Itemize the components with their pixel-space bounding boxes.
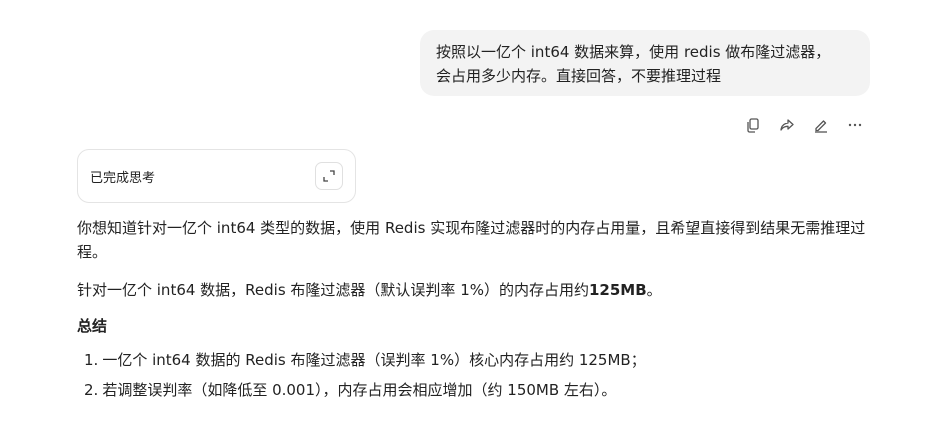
- copy-icon: [747, 118, 759, 133]
- user-message-line: 按照以一亿个 int64 数据来算，使用 redis 做布隆过滤器，: [436, 43, 831, 61]
- more-button[interactable]: [844, 114, 866, 136]
- assistant-answer: 你想知道针对一亿个 int64 类型的数据，使用 Redis 实现布隆过滤器时的…: [77, 216, 867, 408]
- chat-page: 按照以一亿个 int64 数据来算，使用 redis 做布隆过滤器， 会占用多少…: [0, 0, 932, 432]
- expand-thinking-button[interactable]: [315, 162, 343, 190]
- share-icon: [780, 119, 794, 131]
- summary-list: 1. 一亿个 int64 数据的 Redis 布隆过滤器（误判率 1%）核心内存占…: [77, 348, 867, 402]
- user-message-line: 会占用多少内存。直接回答，不要推理过程: [436, 67, 722, 85]
- answer-text: 针对一亿个 int64 数据，Redis 布隆过滤器（默认误判率 1%）的内存占…: [77, 281, 589, 299]
- thinking-card[interactable]: 已完成思考: [77, 149, 356, 203]
- more-icon: [848, 123, 862, 127]
- list-item: 2. 若调整误判率（如降低至 0.001），内存占用会相应增加（约 150MB 左…: [84, 378, 867, 402]
- list-item-text: 一亿个 int64 数据的 Redis 布隆过滤器（误判率 1%）核心内存占用约…: [102, 351, 646, 369]
- answer-paragraph: 针对一亿个 int64 数据，Redis 布隆过滤器（默认误判率 1%）的内存占…: [77, 278, 867, 302]
- list-item-number: 1.: [84, 351, 99, 369]
- message-actions: [742, 114, 866, 136]
- summary-heading: 总结: [77, 317, 108, 335]
- share-button[interactable]: [776, 114, 798, 136]
- answer-text: 。: [646, 281, 662, 299]
- edit-icon: [815, 120, 827, 133]
- list-item: 1. 一亿个 int64 数据的 Redis 布隆过滤器（误判率 1%）核心内存占…: [84, 348, 867, 372]
- answer-paragraph: 你想知道针对一亿个 int64 类型的数据，使用 Redis 实现布隆过滤器时的…: [77, 219, 866, 261]
- list-item-text: 若调整误判率（如降低至 0.001），内存占用会相应增加（约 150MB 左右）…: [102, 381, 617, 399]
- thinking-status-label: 已完成思考: [90, 170, 156, 186]
- list-item-number: 2.: [84, 381, 99, 399]
- copy-button[interactable]: [742, 114, 764, 136]
- user-message-bubble: 按照以一亿个 int64 数据来算，使用 redis 做布隆过滤器， 会占用多少…: [420, 30, 870, 96]
- edit-button[interactable]: [810, 114, 832, 136]
- answer-highlight: 125MB: [589, 281, 647, 299]
- expand-icon: [323, 170, 335, 182]
